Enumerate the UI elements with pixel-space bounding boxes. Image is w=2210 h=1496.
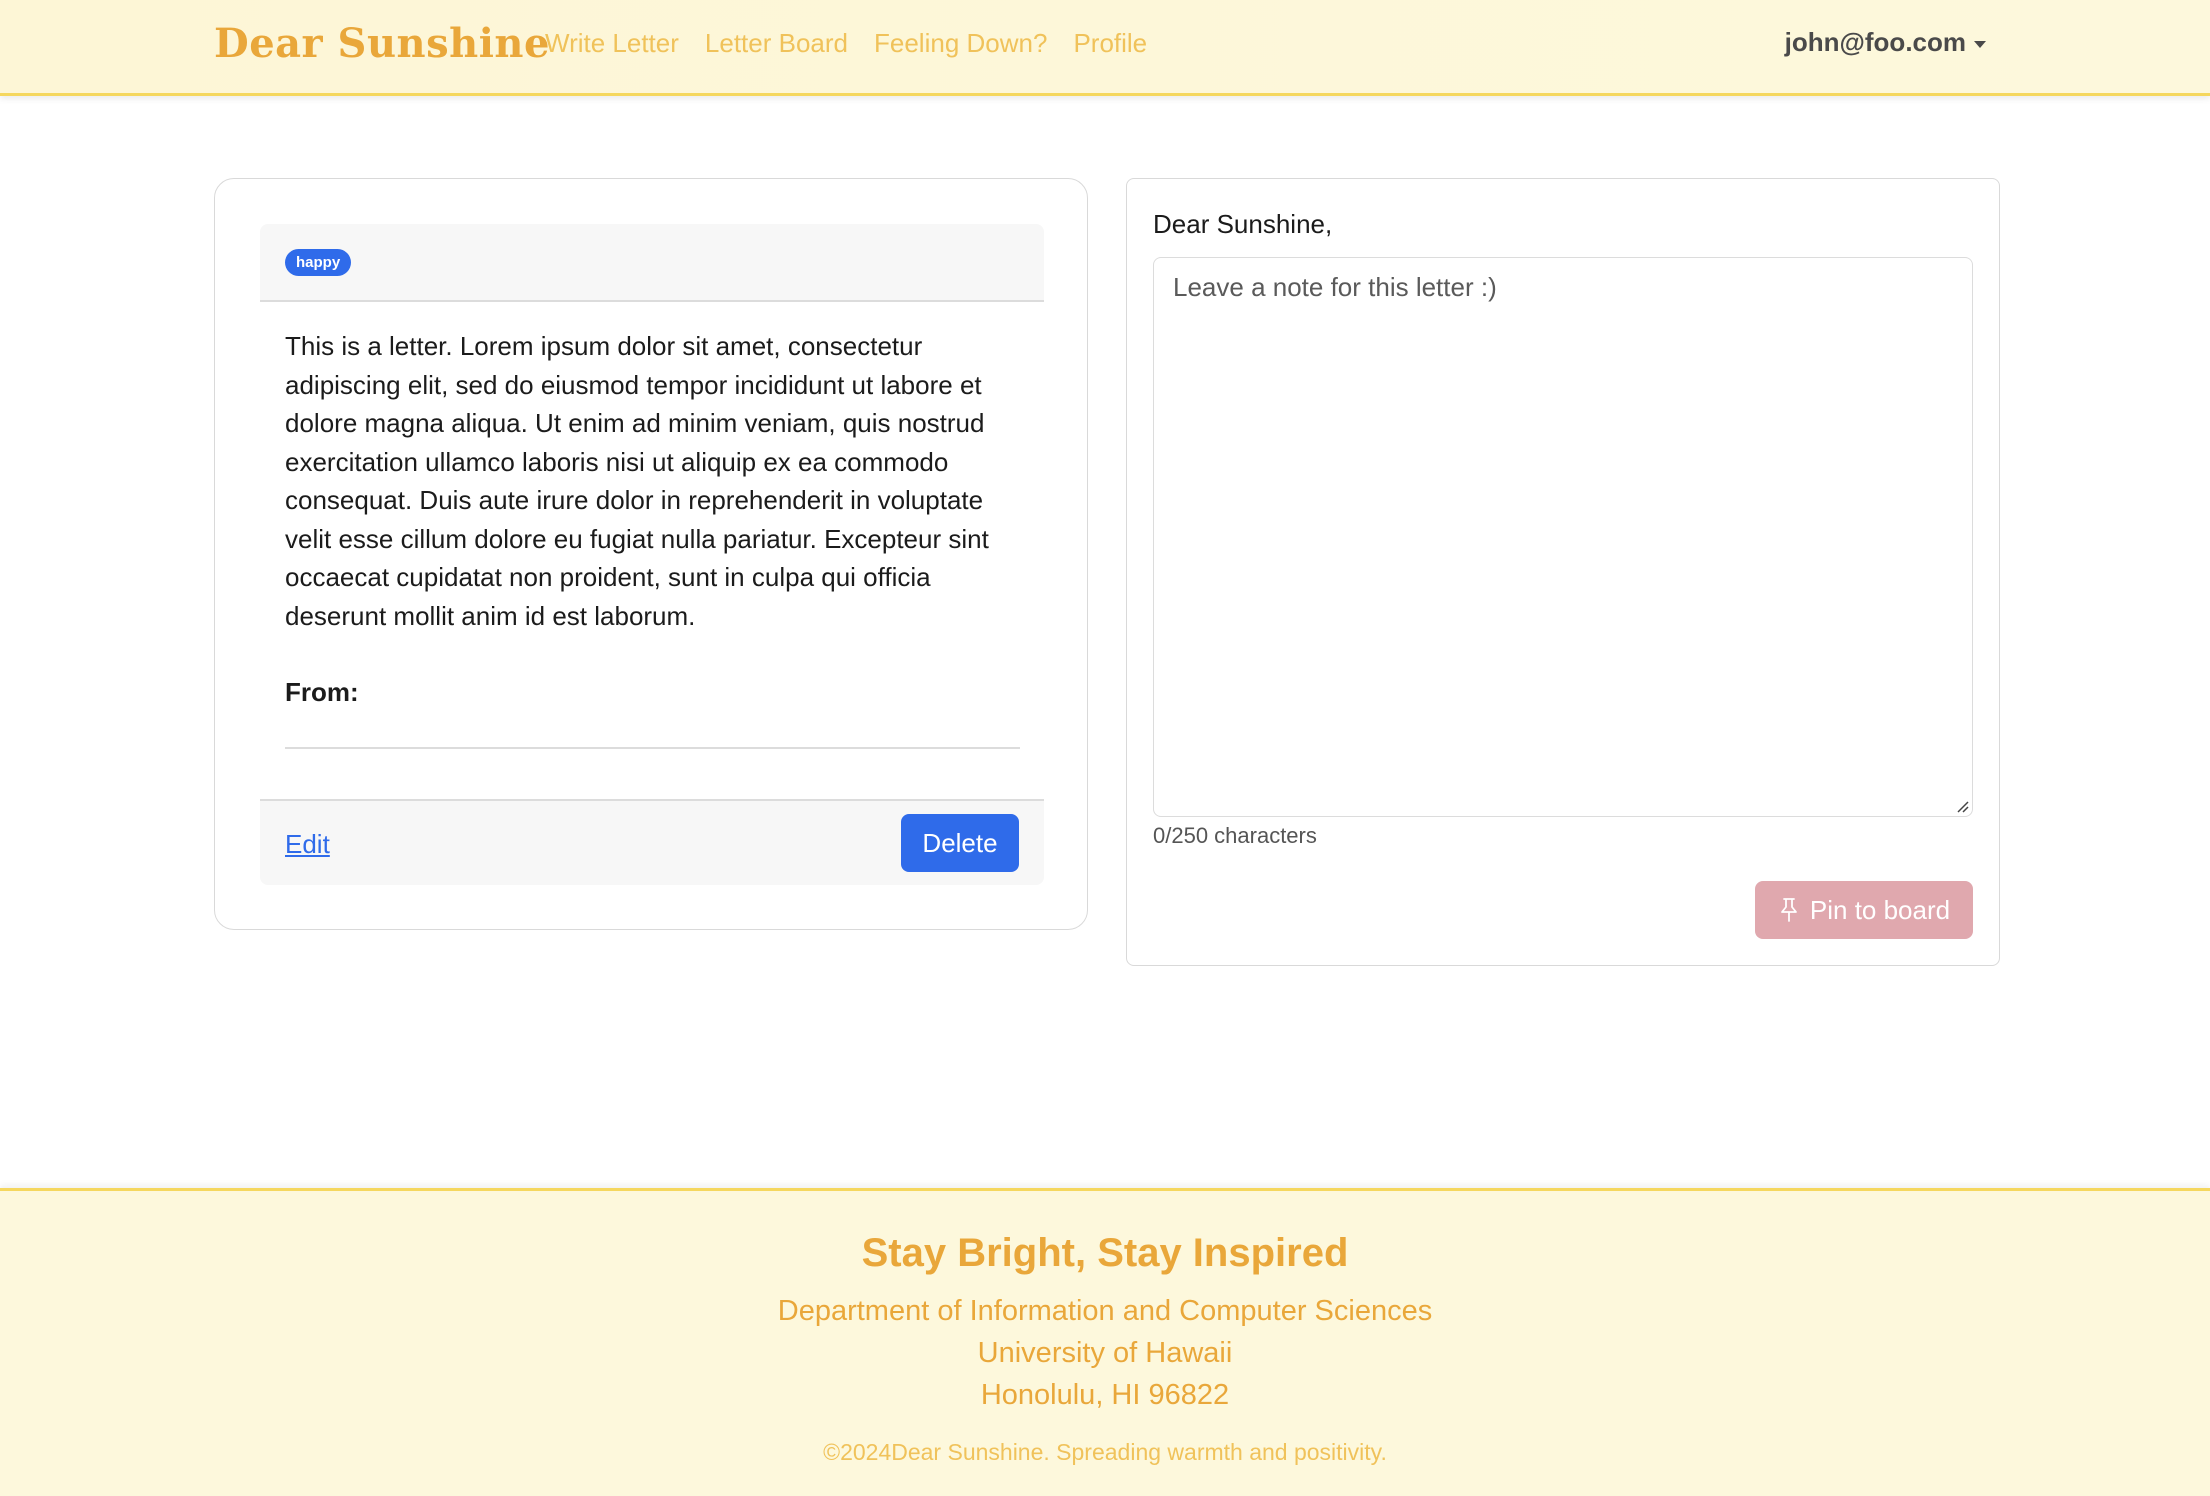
note-card: Dear Sunshine, 0/250 characters Pin to b… — [1126, 178, 2000, 966]
navbar: Dear Sunshine Write Letter Letter Board … — [0, 0, 2210, 96]
user-menu-dropdown[interactable]: john@foo.com — [1785, 27, 1986, 58]
nav-link-write-letter[interactable]: Write Letter — [545, 28, 679, 59]
char-count: 0/250 characters — [1153, 823, 1317, 848]
nav-link-profile[interactable]: Profile — [1073, 28, 1147, 59]
caret-down-icon — [1974, 40, 1986, 48]
user-email: john@foo.com — [1784, 27, 1966, 57]
delete-button[interactable]: Delete — [901, 814, 1019, 872]
letter-body: This is a letter. Lorem ipsum dolor sit … — [285, 331, 989, 631]
nav-link-feeling-down[interactable]: Feeling Down? — [874, 28, 1047, 59]
nav-links: Write Letter Letter Board Feeling Down? … — [545, 28, 1147, 59]
resize-handle-icon[interactable] — [1955, 799, 1969, 813]
footer: Stay Bright, Stay Inspired Department of… — [0, 1188, 2210, 1496]
letter-from-label: From: — [285, 677, 359, 707]
letter-footer: Edit Delete — [260, 799, 1044, 885]
footer-title: Stay Bright, Stay Inspired — [861, 1231, 1349, 1275]
edit-link[interactable]: Edit — [285, 829, 330, 860]
letter-card: happy This is a letter. Lorem ipsum dolo… — [214, 178, 1088, 930]
pin-to-board-button[interactable]: Pin to board — [1755, 881, 1973, 939]
note-textarea[interactable] — [1153, 257, 1973, 817]
footer-copyright: ©2024Dear Sunshine. Spreading warmth and… — [823, 1439, 1387, 1465]
footer-university: University of Hawaii — [977, 1337, 1233, 1369]
letter-header: happy — [260, 224, 1044, 302]
pin-icon — [1780, 898, 1797, 922]
divider — [285, 747, 1020, 749]
mood-tag-badge: happy — [285, 249, 352, 276]
note-greeting: Dear Sunshine, — [1153, 209, 1333, 239]
brand-logo[interactable]: Dear Sunshine — [214, 20, 550, 67]
nav-link-letter-board[interactable]: Letter Board — [705, 28, 848, 59]
pin-label: Pin to board — [1809, 894, 1951, 925]
footer-location: Honolulu, HI 96822 — [980, 1379, 1230, 1411]
footer-department: Department of Information and Computer S… — [777, 1295, 1433, 1327]
